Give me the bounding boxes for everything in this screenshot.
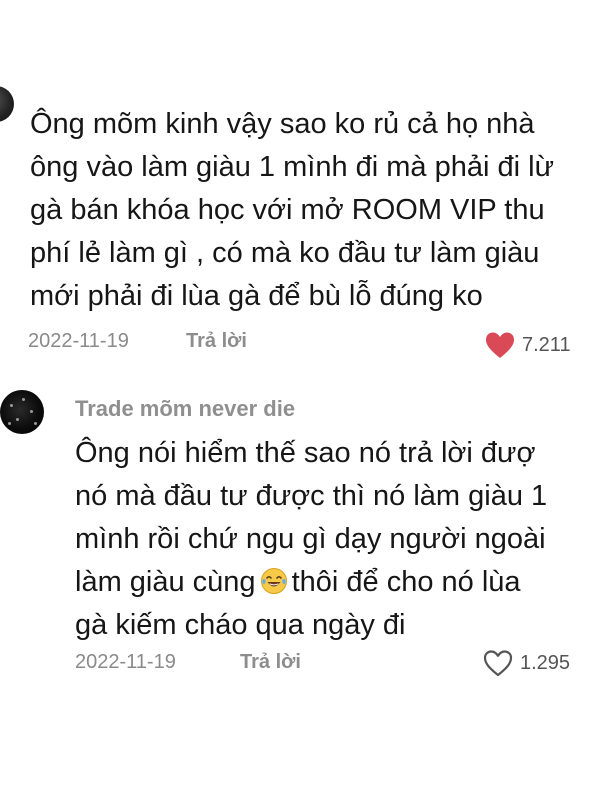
comment-thread: Ông mõm kinh vậy sao ko rủ cả họ nhà ông… <box>0 0 600 800</box>
like-count: 1.295 <box>520 651 571 674</box>
comment-date: 2022-11-19 <box>28 330 129 352</box>
comment-line: mới phải đi lùa gà để bù lỗ đúng ko <box>30 280 483 312</box>
comment-line: nó mà đầu tư được thì nó làm giàu 1 <box>75 480 548 512</box>
avatar-speck <box>10 404 13 407</box>
comment-body: Ông mõm kinh vậy sao ko rủ cả họ nhà ông… <box>30 103 600 318</box>
avatar[interactable] <box>0 86 14 122</box>
comment-line: Ông nói hiểm thế sao nó trả lời đượ <box>75 437 536 469</box>
avatar[interactable] <box>0 390 44 434</box>
like-button[interactable]: 1.295 <box>482 648 570 678</box>
comment-line: gà bán khóa học với mở ROOM VIP thu <box>30 194 545 226</box>
reply-button[interactable]: Trả lời <box>186 330 247 353</box>
like-count: 7.211 <box>522 333 571 356</box>
avatar-speck <box>30 410 33 413</box>
avatar-speck <box>16 418 19 421</box>
laughing-tears-emoji-icon <box>260 568 287 594</box>
comment-text-segment: thôi để cho nó lùa <box>291 566 521 598</box>
comment-date: 2022-11-19 <box>75 651 176 673</box>
heart-outline-icon <box>483 650 513 677</box>
comment-line: mình rồi chứ ngu gì dạy người ngoài <box>75 523 546 555</box>
comment-body: Ông nói hiểm thế sao nó trả lời đượ nó m… <box>75 432 600 647</box>
avatar-speck <box>34 422 37 425</box>
comment-line: gà kiếm cháo qua ngày đi <box>75 609 406 641</box>
reply-button[interactable]: Trả lời <box>240 651 301 674</box>
comment-line: phí lẻ làm gì , có mà ko đầu tư làm giàu <box>30 237 540 269</box>
comment-line: Ông mõm kinh vậy sao ko rủ cả họ nhà <box>30 108 535 140</box>
heart-filled-icon <box>486 332 514 358</box>
comment-text-segment: làm giàu cùng <box>75 566 256 598</box>
avatar-speck <box>22 398 25 401</box>
like-button[interactable]: 7.211 <box>484 330 571 360</box>
avatar-speck <box>8 422 11 425</box>
comment-line: ông vào làm giàu 1 mình đi mà phải đi lừ <box>30 151 554 183</box>
username[interactable]: Trade mõm never die <box>75 396 295 422</box>
comment-line: làm giàu cùng thôi để cho nó lùa <box>75 561 600 604</box>
